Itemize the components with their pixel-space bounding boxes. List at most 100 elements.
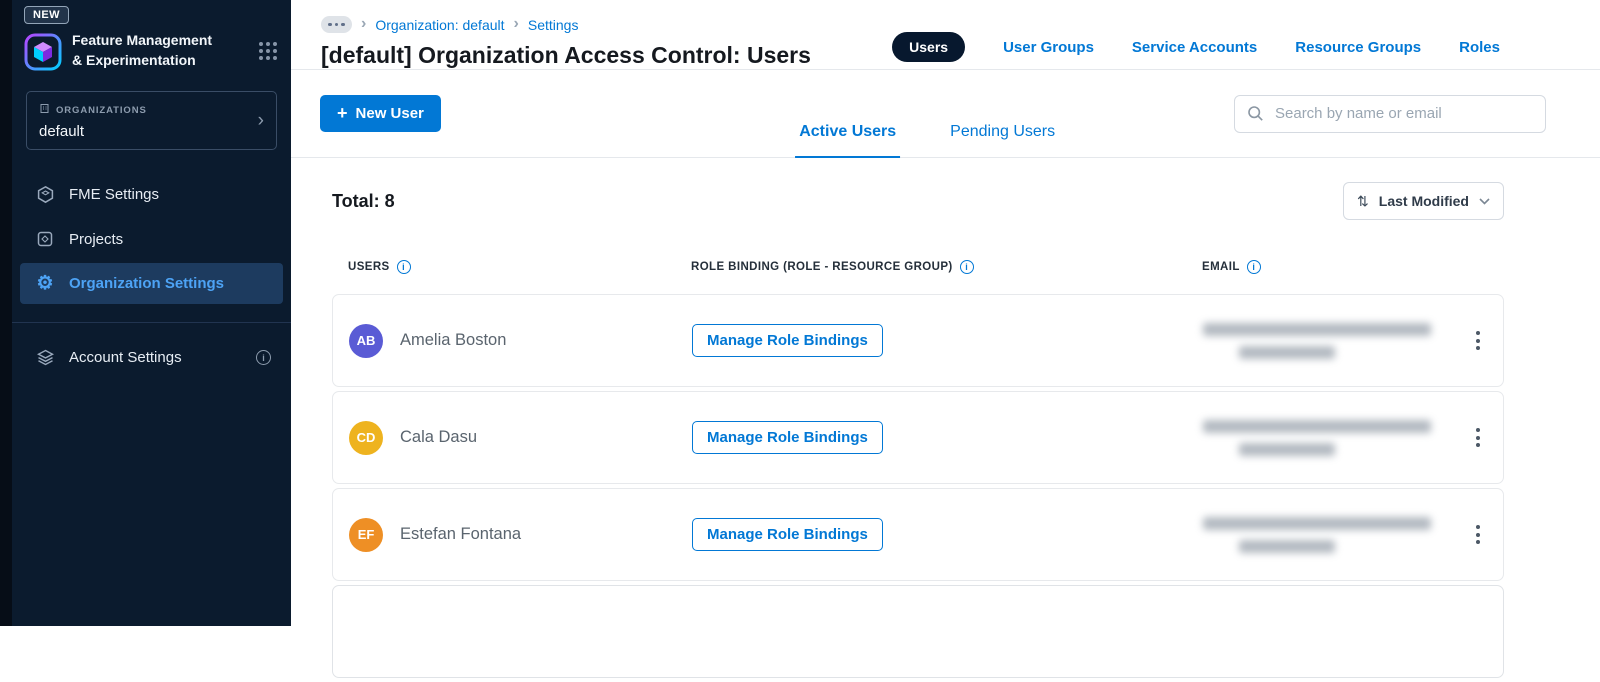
content-top: Total: 8 ⇅ Last Modified	[332, 182, 1504, 220]
org-selector-value: default	[39, 123, 85, 140]
table-row: CD Cala Dasu Manage Role Bindings	[332, 391, 1504, 484]
plus-icon: +	[337, 103, 348, 124]
table-row-partial	[332, 585, 1504, 678]
new-user-button[interactable]: + New User	[320, 95, 441, 132]
manage-role-bindings-button[interactable]: Manage Role Bindings	[692, 324, 883, 357]
org-selector-text: ORGANIZATIONS default	[39, 101, 147, 140]
tab-users[interactable]: Users	[892, 32, 966, 62]
chevron-down-icon	[1479, 192, 1490, 210]
tab-active-users[interactable]: Active Users	[795, 123, 901, 158]
redacted-email-line	[1203, 419, 1431, 433]
tab-service-accounts[interactable]: Service Accounts	[1132, 39, 1257, 56]
breadcrumb-org-link[interactable]: Organization: default	[375, 17, 504, 33]
org-selector-label: ORGANIZATIONS	[56, 104, 147, 116]
sidebar-item-organization-settings[interactable]: ⚙ Organization Settings	[20, 263, 283, 304]
column-header-label: EMAIL	[1202, 261, 1240, 273]
redacted-email-line	[1239, 345, 1335, 359]
avatar: AB	[349, 323, 383, 358]
chevron-right-icon: ›	[361, 14, 367, 32]
table-row: AB Amelia Boston Manage Role Bindings	[332, 294, 1504, 387]
search-icon	[1247, 105, 1264, 127]
sidebar-nav: FME Settings Projects ⚙ Organization Set…	[12, 172, 291, 306]
tab-resource-groups[interactable]: Resource Groups	[1295, 39, 1421, 56]
page-header: › Organization: default › Settings [defa…	[291, 0, 1600, 70]
gear-icon: ⚙	[36, 273, 54, 294]
sidebar-item-label: Projects	[69, 230, 124, 248]
sort-arrows-icon: ⇅	[1357, 192, 1369, 209]
new-user-button-label: New User	[355, 105, 424, 122]
column-header-role-binding: ROLE BINDING (ROLE - RESOURCE GROUP) i	[691, 260, 1202, 274]
tab-user-groups[interactable]: User Groups	[1003, 39, 1094, 56]
row-menu-button[interactable]	[1469, 518, 1487, 551]
manage-role-bindings-button[interactable]: Manage Role Bindings	[692, 421, 883, 454]
sidebar-item-label: FME Settings	[69, 186, 160, 203]
sort-dropdown-value: Last Modified	[1378, 193, 1469, 209]
email-redacted	[1203, 516, 1447, 553]
header-left: › Organization: default › Settings [defa…	[321, 14, 811, 69]
chevron-right-icon: ›	[513, 14, 519, 32]
tab-pending-users[interactable]: Pending Users	[946, 123, 1059, 157]
access-control-tabs: Users User Groups Service Accounts Resou…	[892, 32, 1500, 62]
chevron-right-icon: ›	[257, 110, 264, 131]
apps-grid-icon[interactable]	[257, 40, 279, 62]
breadcrumb-settings-link[interactable]: Settings	[528, 17, 579, 33]
page: NEW Feature Management & Experimentation	[0, 0, 1600, 678]
user-cell: EF Estefan Fontana	[349, 517, 692, 552]
page-title: [default] Organization Access Control: U…	[321, 42, 811, 68]
table-header: USERS i ROLE BINDING (ROLE - RESOURCE GR…	[332, 260, 1504, 274]
organization-icon	[39, 101, 50, 119]
sidebar-item-projects[interactable]: Projects	[20, 219, 283, 259]
info-icon[interactable]: i	[959, 260, 974, 274]
toolbar: + New User Active Users Pending Users	[291, 70, 1600, 158]
row-menu-button[interactable]	[1469, 421, 1487, 454]
search	[1234, 94, 1546, 133]
sidebar-item-account-settings[interactable]: Account Settings i	[20, 337, 283, 378]
info-icon[interactable]: i	[1246, 260, 1261, 274]
table-row: EF Estefan Fontana Manage Role Bindings	[332, 488, 1504, 581]
avatar: EF	[349, 517, 383, 552]
sidebar-divider	[12, 322, 291, 323]
breadcrumb-ellipsis-button[interactable]	[321, 16, 352, 33]
layers-icon	[34, 348, 56, 367]
new-badge: NEW	[24, 6, 69, 24]
info-icon[interactable]: i	[396, 260, 411, 274]
row-menu-button[interactable]	[1469, 324, 1487, 357]
email-redacted	[1203, 419, 1447, 456]
user-name: Cala Dasu	[400, 428, 478, 446]
info-icon[interactable]: i	[256, 350, 271, 365]
total-count: Total: 8	[332, 190, 395, 211]
column-header-users: USERS i	[348, 260, 691, 274]
email-redacted	[1203, 322, 1447, 359]
redacted-email-line	[1203, 322, 1431, 336]
org-selector[interactable]: ORGANIZATIONS default ›	[26, 91, 277, 150]
redacted-email-line	[1239, 539, 1335, 553]
main: › Organization: default › Settings [defa…	[291, 0, 1600, 678]
user-cell: AB Amelia Boston	[349, 323, 692, 358]
sidebar-item-fme-settings[interactable]: FME Settings	[20, 174, 283, 215]
user-list: AB Amelia Boston Manage Role Bindings CD…	[332, 294, 1504, 678]
sort-dropdown[interactable]: ⇅ Last Modified	[1343, 182, 1504, 220]
fme-settings-icon	[34, 185, 56, 204]
column-header-email: EMAIL i	[1202, 260, 1448, 274]
user-state-tabs: Active Users Pending Users	[795, 123, 1059, 158]
sidebar-item-label: Account Settings	[69, 349, 182, 366]
tab-roles[interactable]: Roles	[1459, 39, 1500, 56]
column-header-label: ROLE BINDING (ROLE - RESOURCE GROUP)	[691, 261, 953, 273]
user-cell: CD Cala Dasu	[349, 420, 692, 455]
projects-icon	[34, 230, 56, 248]
fme-logo-icon	[24, 33, 62, 71]
manage-role-bindings-button[interactable]: Manage Role Bindings	[692, 518, 883, 551]
avatar: CD	[349, 420, 383, 455]
content: Total: 8 ⇅ Last Modified USERS i ROLE BI…	[291, 158, 1600, 682]
column-header-label: USERS	[348, 261, 390, 273]
breadcrumb: › Organization: default › Settings	[321, 14, 811, 33]
brand-row: Feature Management & Experimentation	[12, 24, 291, 71]
redacted-email-line	[1239, 442, 1335, 456]
sidebar: NEW Feature Management & Experimentation	[12, 0, 291, 626]
user-name: Amelia Boston	[400, 331, 507, 349]
app-title: Feature Management & Experimentation	[72, 32, 213, 69]
module-nav-strip	[0, 0, 12, 626]
sidebar-item-label: Organization Settings	[69, 275, 225, 292]
search-input[interactable]	[1234, 94, 1546, 133]
redacted-email-line	[1203, 516, 1431, 530]
